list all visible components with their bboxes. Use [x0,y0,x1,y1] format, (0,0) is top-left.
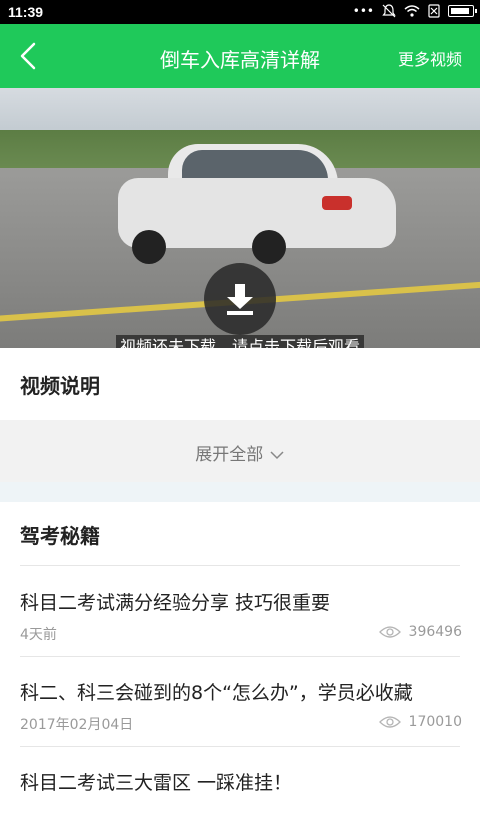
view-count: 396496 [408,624,462,640]
description-title: 视频说明 [20,374,100,398]
download-arrow-icon [227,284,253,315]
list-item[interactable]: 科目二考试满分经验分享 技巧很重要 4天前 396496 [0,566,480,656]
battery-icon [448,5,477,17]
list-item-title: 科目二考试满分经验分享 技巧很重要 [20,592,331,614]
expand-all-button[interactable]: 展开全部 [0,420,480,482]
wifi-icon [404,5,420,17]
chevron-down-icon [270,451,284,460]
mute-bell-icon [382,4,396,18]
status-time: 11:39 [8,4,44,20]
status-icons: ••• [352,4,477,18]
list-item[interactable]: 科目二考试三大雷区 一踩准挂！ [0,746,480,836]
list-item[interactable]: 科二、科三会碰到的8个“怎么办”，学员必收藏 2017年02月04日 17001… [0,656,480,746]
video-thumbnail-car [118,138,396,264]
list-item-date: 2017年02月04日 [20,717,134,733]
download-tip: 视频还未下载，请点击下载后观看 [0,333,480,348]
eye-icon [378,626,401,638]
list-item-title: 科二、科三会碰到的8个“怎么办”，学员必收藏 [20,682,413,704]
more-dots-icon: ••• [352,4,374,18]
view-count: 170010 [408,714,462,730]
download-tip-text: 视频还未下载，请点击下载后观看 [115,335,364,348]
list-item-date: 4天前 [20,627,57,643]
section-spacer [0,482,480,502]
list-item-title: 科目二考试三大雷区 一踩准挂！ [20,772,293,794]
nav-bar: 倒车入库高清详解 更多视频 [0,24,480,88]
no-sim-icon [428,4,440,18]
status-bar: 11:39 ••• [0,0,480,24]
expand-all-label: 展开全部 [195,445,264,465]
tips-title: 驾考秘籍 [20,524,100,548]
download-button[interactable] [204,263,276,335]
video-player[interactable]: 视频还未下载，请点击下载后观看 [0,88,480,348]
list-item-views: 170010 [378,714,462,730]
more-videos-button[interactable]: 更多视频 [398,46,462,70]
list-item-views: 396496 [378,624,462,640]
eye-icon [378,716,401,728]
